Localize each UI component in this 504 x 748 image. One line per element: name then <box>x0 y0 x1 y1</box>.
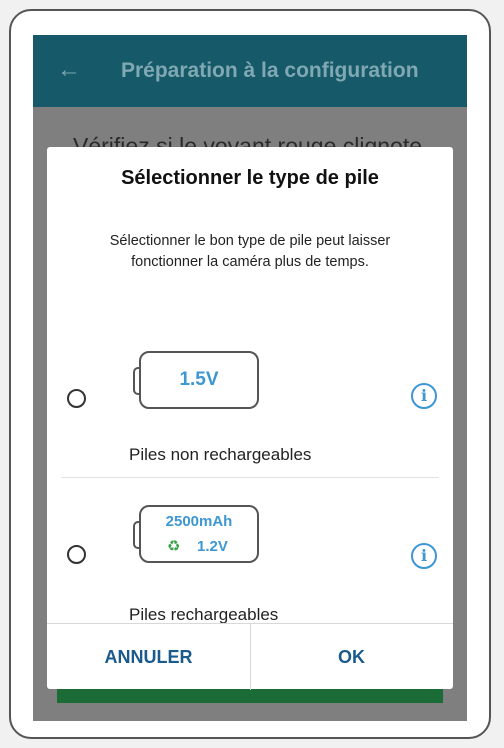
battery-cap <box>133 367 140 395</box>
info-icon[interactable]: i <box>411 383 437 409</box>
battery-rechargeable-icon: 2500mAh ♻ 1.2V <box>133 505 259 563</box>
radio-non-rechargeable[interactable] <box>67 389 86 408</box>
battery-voltage: 1.2V <box>197 538 228 555</box>
arrow-left-icon[interactable]: ← <box>57 55 81 85</box>
info-icon[interactable]: i <box>411 543 437 569</box>
dialog-footer: ANNULER OK <box>47 623 453 690</box>
cancel-button[interactable]: ANNULER <box>47 624 250 690</box>
app-bar: ← Préparation à la configuration <box>33 35 467 107</box>
page-title: Préparation à la configuration <box>121 59 419 82</box>
battery-voltage: 1.5V <box>179 369 219 390</box>
battery-type-dialog: Sélectionner le type de pile Sélectionne… <box>47 147 453 690</box>
recycle-icon: ♻ <box>167 537 181 555</box>
option-divider <box>61 477 439 478</box>
dialog-title: Sélectionner le type de pile <box>121 167 379 189</box>
battery-capacity: 2500mAh <box>165 513 233 530</box>
radio-rechargeable[interactable] <box>67 545 86 564</box>
ok-button[interactable]: OK <box>250 624 453 690</box>
option-label-non-rechargeable: Piles non rechargeables <box>129 445 312 464</box>
option-label-rechargeable: Piles rechargeables <box>129 605 279 624</box>
battery-non-rechargeable-icon: 1.5V <box>133 351 259 409</box>
dialog-description: Sélectionner le bon type de pile peut la… <box>109 233 391 270</box>
battery-cap <box>133 521 140 549</box>
phone-screen: ← Préparation à la configuration Vérifie… <box>33 35 467 721</box>
